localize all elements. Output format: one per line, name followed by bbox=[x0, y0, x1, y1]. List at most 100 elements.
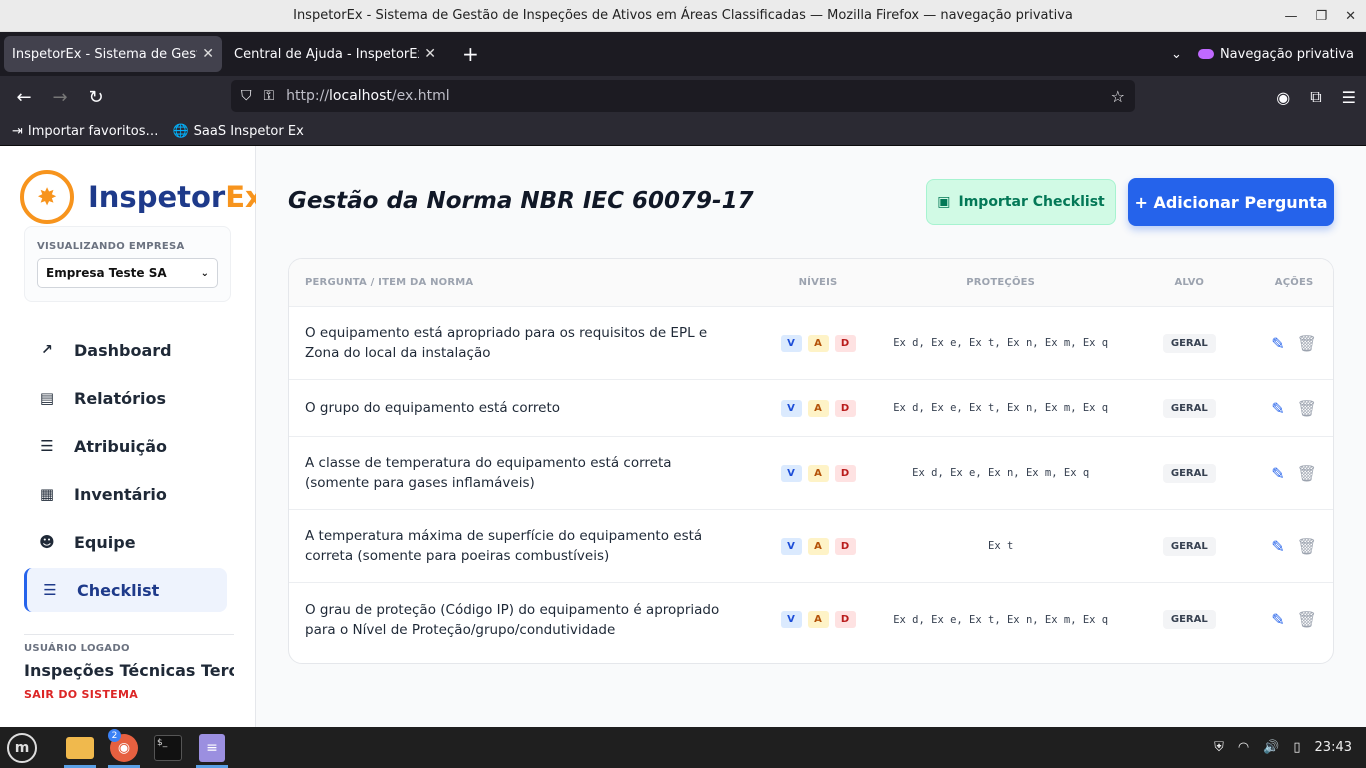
target-badge: GERAL bbox=[1162, 610, 1216, 629]
question-text: A classe de temperatura do equipamento e… bbox=[305, 455, 672, 491]
window-titlebar: InspetorEx - Sistema de Gestão de Inspeç… bbox=[0, 0, 1366, 32]
bookmark-import[interactable]: ⇥ Importar favoritos… bbox=[12, 124, 158, 139]
sidebar-menu: ↗ Dashboard ▤ Relatórios ☰ Atribuição ▦ … bbox=[24, 328, 227, 616]
file-icon: ▤ bbox=[39, 389, 55, 407]
sidebar-item-checklist[interactable]: ☰ Checklist bbox=[24, 568, 227, 612]
target-badge: GERAL bbox=[1162, 536, 1216, 556]
protections: Ex d, Ex e, Ex t, Ex n, Ex m, Ex q bbox=[893, 337, 1109, 349]
text-editor-icon[interactable]: ≡ bbox=[190, 727, 234, 768]
sidebar: ✸ InspetorEx VISUALIZANDO EMPRESA Empres… bbox=[0, 146, 264, 727]
back-icon[interactable]: ← bbox=[6, 87, 42, 108]
private-browsing-indicator: Navegação privativa bbox=[1197, 47, 1354, 62]
user-label: USUÁRIO LOGADO bbox=[24, 643, 130, 654]
reload-icon[interactable]: ↻ bbox=[78, 87, 114, 108]
forward-icon[interactable]: → bbox=[42, 87, 78, 108]
new-tab-icon[interactable]: + bbox=[462, 42, 479, 66]
tab-inspetorex[interactable]: InspetorEx - Sistema de Gestão de ✕ bbox=[4, 36, 222, 72]
sidebar-item-equipe[interactable]: ☻ Equipe bbox=[24, 520, 227, 564]
protections: Ex t bbox=[988, 540, 1014, 552]
clock[interactable]: 23:43 bbox=[1315, 740, 1352, 755]
header-target: ALVO bbox=[1174, 277, 1205, 288]
protections: Ex d, Ex e, Ex n, Ex m, Ex q bbox=[912, 467, 1090, 479]
bookmark-star-icon[interactable]: ☆ bbox=[1111, 87, 1125, 106]
edit-icon[interactable]: ✎ bbox=[1271, 537, 1284, 556]
edit-icon[interactable]: ✎ bbox=[1271, 334, 1284, 353]
edit-icon[interactable]: ✎ bbox=[1271, 610, 1284, 629]
terminal-icon[interactable]: $_ bbox=[146, 727, 190, 768]
close-tab-icon[interactable]: ✕ bbox=[424, 46, 436, 62]
trash-icon[interactable]: 🗑 bbox=[1297, 399, 1317, 418]
users-icon: ☻ bbox=[39, 533, 55, 551]
close-tab-icon[interactable]: ✕ bbox=[202, 46, 214, 62]
chevron-down-icon: ⌄ bbox=[200, 267, 209, 279]
logout-link[interactable]: SAIR DO SISTEMA bbox=[24, 688, 234, 701]
volume-icon[interactable]: 🔊 bbox=[1263, 740, 1279, 755]
window-title: InspetorEx - Sistema de Gestão de Inspeç… bbox=[293, 8, 1073, 23]
level-badge: A bbox=[807, 537, 829, 555]
trash-icon[interactable]: 🗑 bbox=[1297, 610, 1317, 629]
trash-icon[interactable]: 🗑 bbox=[1297, 537, 1317, 556]
company-select[interactable]: Empresa Teste SA ⌄ bbox=[37, 258, 218, 288]
url-bar[interactable]: ⛉ ⚿ http://localhost/ex.html ☆ bbox=[231, 80, 1135, 112]
edit-icon[interactable]: ✎ bbox=[1271, 464, 1284, 483]
level-badge: A bbox=[807, 464, 829, 482]
security-shield-icon[interactable]: ⛨ bbox=[1214, 740, 1224, 755]
table-row: O grau de proteção (Código IP) do equipa… bbox=[289, 583, 1333, 656]
start-menu-icon[interactable]: m bbox=[0, 727, 44, 768]
trash-icon[interactable]: 🗑 bbox=[1297, 334, 1317, 353]
list-tabs-icon[interactable]: ⌄ bbox=[1171, 47, 1182, 62]
wifi-icon[interactable]: ◠ bbox=[1238, 740, 1249, 755]
file-import-icon: ▣ bbox=[937, 194, 951, 210]
header-question: PERGUNTA / ITEM DA NORMA bbox=[305, 277, 474, 288]
level-badge: D bbox=[834, 537, 856, 555]
tab-label: Central de Ajuda - InspetorEx bbox=[234, 46, 419, 62]
import-checklist-button[interactable]: ▣ Importar Checklist bbox=[926, 179, 1116, 225]
extensions-icon[interactable]: ⧉ bbox=[1310, 87, 1321, 107]
table-row: O grupo do equipamento está correto V A … bbox=[289, 380, 1333, 437]
battery-icon[interactable]: ▯ bbox=[1293, 740, 1300, 755]
close-window-icon[interactable]: ✕ bbox=[1345, 9, 1356, 24]
table-row: A classe de temperatura do equipamento e… bbox=[289, 437, 1333, 510]
level-badge: V bbox=[780, 399, 802, 417]
checklist-table: PERGUNTA / ITEM DA NORMA NÍVEIS PROTEÇÕE… bbox=[288, 258, 1334, 664]
sidebar-item-atribuicao[interactable]: ☰ Atribuição bbox=[24, 424, 227, 468]
tab-central-ajuda[interactable]: Central de Ajuda - InspetorEx ✕ bbox=[226, 36, 444, 72]
import-icon: ⇥ bbox=[12, 124, 23, 139]
target-badge: GERAL bbox=[1162, 398, 1216, 418]
url-text: http://localhost/ex.html bbox=[286, 88, 450, 104]
level-badge: A bbox=[807, 334, 829, 352]
account-icon[interactable]: ◉ bbox=[1276, 88, 1290, 107]
restore-icon[interactable]: ❐ bbox=[1315, 9, 1327, 24]
header-protections: PROTEÇÕES bbox=[966, 277, 1036, 288]
sidebar-item-relatorios[interactable]: ▤ Relatórios bbox=[24, 376, 227, 420]
shield-icon[interactable]: ⛉ bbox=[241, 88, 252, 104]
level-badge: D bbox=[834, 334, 856, 352]
levels: V A D bbox=[758, 611, 878, 628]
levels: V A D bbox=[758, 399, 878, 417]
level-badge: V bbox=[780, 611, 802, 628]
bookmarks-toolbar: ⇥ Importar favoritos… 🌐 SaaS Inspetor Ex bbox=[0, 118, 1366, 146]
navigation-bar: ← → ↻ ⛉ ⚿ http://localhost/ex.html ☆ ◉ ⧉… bbox=[0, 76, 1366, 118]
menu-icon[interactable]: ☰ bbox=[1342, 88, 1356, 107]
edit-icon[interactable]: ✎ bbox=[1271, 399, 1284, 418]
table-row: O equipamento está apropriado para os re… bbox=[289, 307, 1333, 380]
bookmark-saas[interactable]: 🌐 SaaS Inspetor Ex bbox=[172, 124, 303, 139]
table-row: A temperatura máxima de superfície do eq… bbox=[289, 510, 1333, 583]
question-text: A temperatura máxima de superfície do eq… bbox=[305, 528, 703, 564]
trash-icon[interactable]: 🗑 bbox=[1297, 464, 1317, 483]
levels: V A D bbox=[758, 334, 878, 352]
add-question-button[interactable]: + Adicionar Pergunta bbox=[1128, 178, 1334, 226]
level-badge: A bbox=[807, 399, 829, 417]
list-check-icon: ☰ bbox=[40, 437, 54, 455]
key-icon[interactable]: ⚿ bbox=[264, 88, 275, 104]
minimize-icon[interactable]: — bbox=[1284, 9, 1297, 24]
app-logo[interactable]: ✸ InspetorEx bbox=[20, 170, 264, 224]
boxes-icon: ▦ bbox=[39, 485, 55, 503]
level-badge: A bbox=[807, 611, 829, 628]
firefox-icon[interactable]: ◉ 2 bbox=[102, 727, 146, 768]
files-icon[interactable] bbox=[58, 727, 102, 768]
header-actions: AÇÕES bbox=[1274, 277, 1314, 288]
page-title: Gestão da Norma NBR IEC 60079-17 bbox=[288, 188, 754, 214]
sidebar-item-inventario[interactable]: ▦ Inventário bbox=[24, 472, 227, 516]
sidebar-item-dashboard[interactable]: ↗ Dashboard bbox=[24, 328, 227, 372]
